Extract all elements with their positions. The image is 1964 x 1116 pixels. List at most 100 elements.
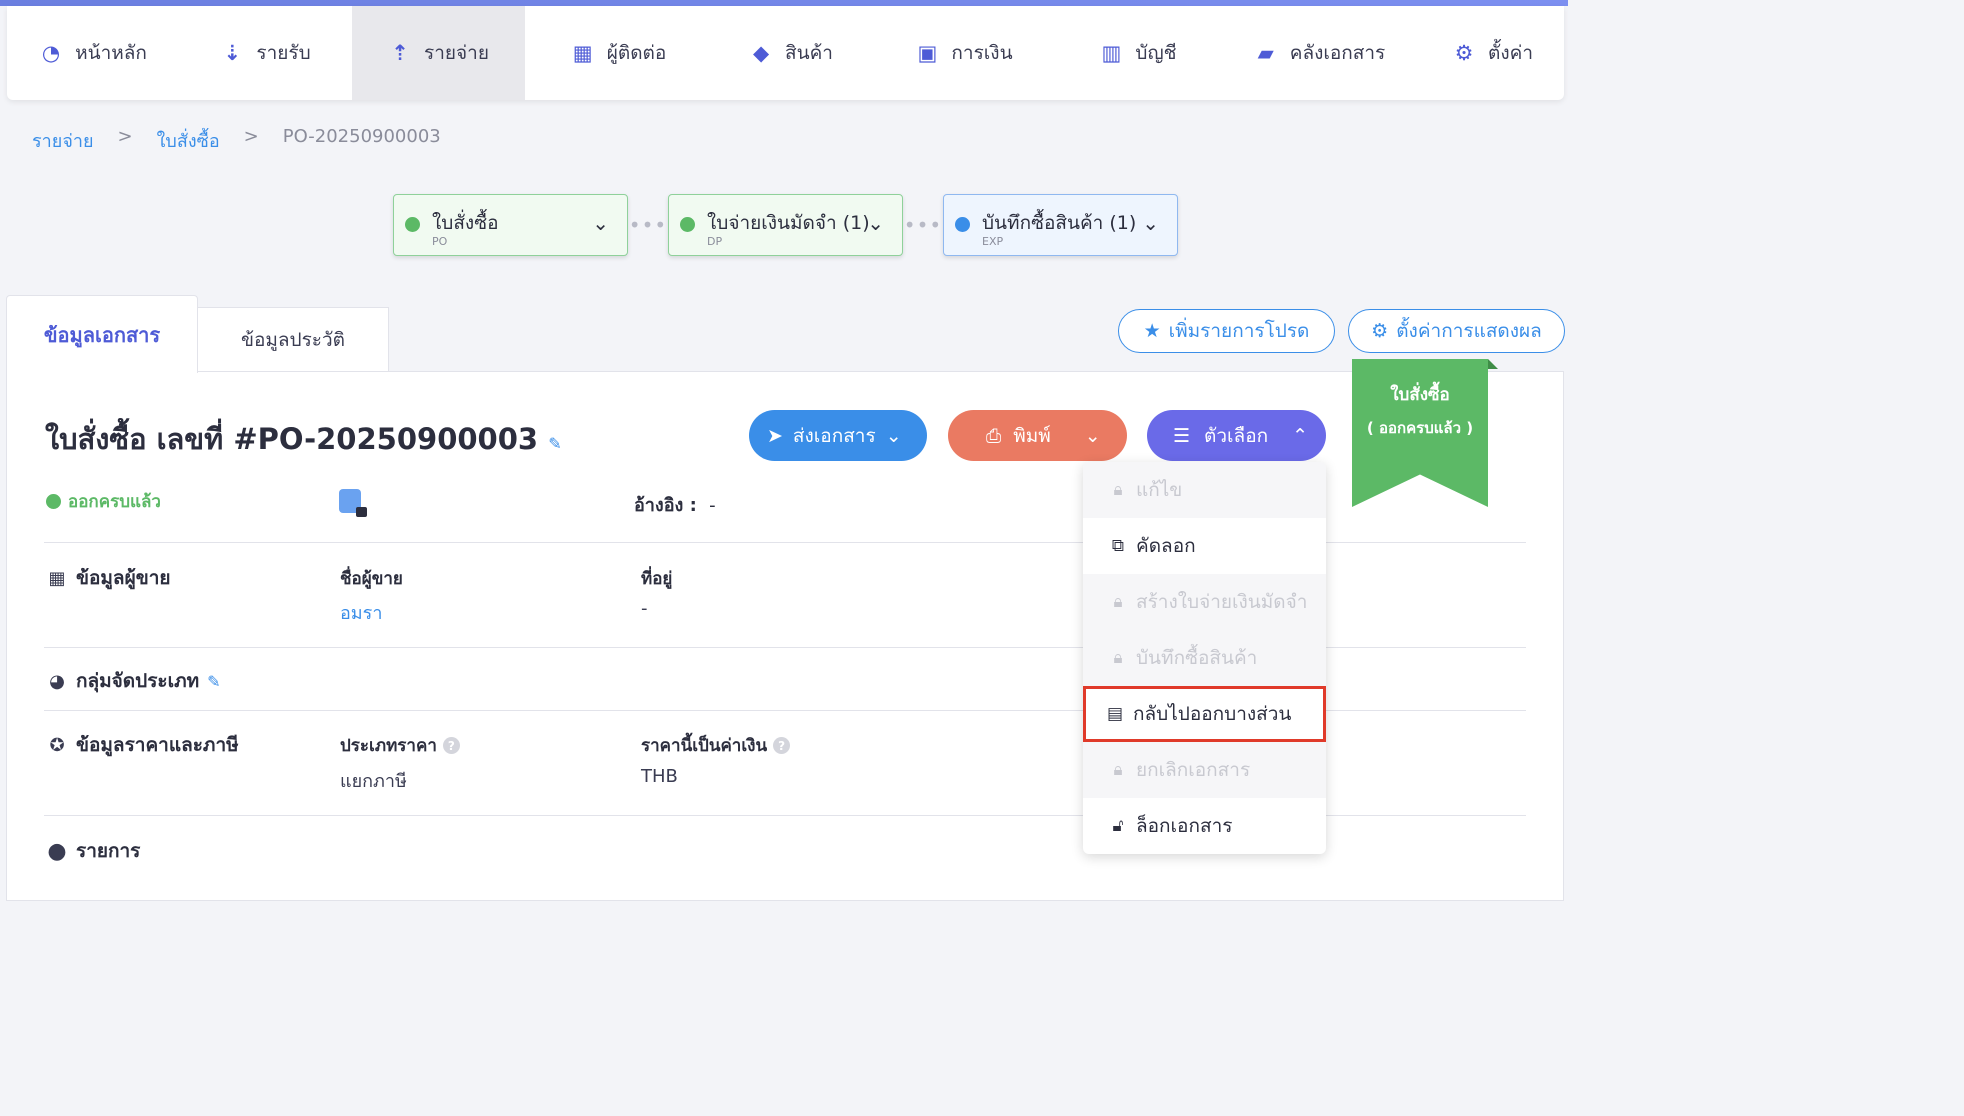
options-button[interactable]: ☰ ตัวเลือก ⌃ [1147,410,1326,461]
tab-document-info[interactable]: ข้อมูลเอกสาร [6,295,198,373]
nav-item-documents[interactable]: ▰ คลังเอกสาร [1218,6,1421,100]
flow-chip-po[interactable]: ใบสั่งซื้อ PO ⌄ [393,194,628,256]
document-icon: ▤ [1106,704,1124,724]
category-section-title: ◕ กลุ่มจัดประเภท ✎ [46,666,220,696]
nav-item-finance[interactable]: ▣ การเงิน [870,6,1058,100]
menu-item-revert-partial[interactable]: ▤ กลับไปออกบางส่วน [1083,686,1326,742]
document-title-text: ใบสั่งซื้อ เลขที่ #PO-20250900003 [45,422,539,456]
pie-chart-icon: ◕ [49,670,65,692]
menu-item-label: ยกเลิกเอกสาร [1136,759,1251,781]
breadcrumb-po-link[interactable]: ใบสั่งซื้อ [157,126,220,155]
currency-label-text: ราคานี้เป็นค่าเงิน [641,736,768,756]
locked-document-icon [339,489,367,517]
nav-item-label: ผู้ติดต่อ [606,42,667,64]
breadcrumb-expense-link[interactable]: รายจ่าย [32,126,94,155]
gear-icon: ⚙ [1454,41,1474,65]
dashboard-icon: ◔ [41,41,61,65]
lock-icon: 🔒︎ [1113,480,1123,500]
breadcrumb-separator: > [243,126,259,147]
edit-pencil-icon[interactable]: ✎ [207,672,220,691]
price-type-label-text: ประเภทราคา [340,736,437,756]
nav-item-label: รายจ่าย [424,42,489,64]
folder-icon: ▰ [1257,41,1274,65]
page-title: ใบสั่งซื้อ เลขที่ #PO-20250900003 ✎ [45,416,562,462]
lock-icon: 🔒︎ [1113,760,1123,780]
flow-connector: ••• [628,213,668,237]
tab-history[interactable]: ข้อมูลประวัติ [197,307,389,371]
menu-item-lock-document[interactable]: 🔓︎ ล็อกเอกสาร [1083,798,1326,854]
currency-label: ราคานี้เป็นค่าเงิน ? [641,732,791,759]
flow-chip-title: บันทึกซื้อสินค้า (1) [982,212,1137,234]
flow-chip-code: PO [432,235,448,248]
status-dot [955,217,970,232]
menu-item-copy[interactable]: ⧉ คัดลอก [1083,518,1326,574]
nav-item-label: บัญชี [1135,42,1177,64]
status-dot [46,494,61,509]
list-circle-icon: ● [47,838,67,864]
send-label: ส่งเอกสาร [792,424,876,447]
help-icon[interactable]: ? [442,737,460,754]
price-tax-title-text: ข้อมูลราคาและภาษี [76,734,239,756]
nav-item-contacts[interactable]: ▦ ผู้ติดต่อ [525,6,712,100]
price-type-value: แยกภาษี [340,771,407,792]
chevron-down-icon: ⌄ [592,211,609,235]
display-settings-label: ตั้งค่าการแสดงผล [1396,320,1542,342]
ledger-icon: ▥ [1101,41,1122,65]
address-label: ที่อยู่ [641,569,673,589]
copy-icon: ⧉ [1111,536,1125,556]
status-text: ออกครบแล้ว [68,492,161,512]
nav-item-home[interactable]: ◔ หน้าหลัก [7,6,179,100]
ribbon-title: ใบสั่งซื้อ [1390,385,1450,405]
lock-icon: 🔒︎ [1113,648,1123,668]
chevron-down-icon[interactable]: ⌄ [1085,425,1101,447]
print-button[interactable]: ⎙ พิมพ์ ⌄ [948,410,1127,461]
add-favorite-button[interactable]: ★ เพิ่มรายการโปรด [1118,309,1335,353]
flow-chip-title: ใบจ่ายเงินมัดจำ (1) [707,212,870,234]
edit-pencil-icon[interactable]: ✎ [548,434,561,453]
nav-item-products[interactable]: ◆ สินค้า [712,6,870,100]
nav-item-label: การเงิน [951,42,1013,64]
address-value: - [641,598,648,619]
help-icon[interactable]: ? [773,737,791,754]
flow-chip-title: ใบสั่งซื้อ [432,212,499,234]
status-dot [405,217,420,232]
hamburger-icon: ☰ [1173,424,1191,447]
nav-item-label: ตั้งค่า [1488,42,1533,64]
flow-chip-exp[interactable]: บันทึกซื้อสินค้า (1) EXP ⌄ [943,194,1178,256]
price-type-label: ประเภทราคา ? [340,732,460,759]
percent-badge-icon: ✪ [49,734,65,756]
nav-item-settings[interactable]: ⚙ ตั้งค่า [1421,6,1564,100]
menu-item-label: กลับไปออกบางส่วน [1133,703,1292,725]
menu-item-label: คัดลอก [1136,535,1196,557]
items-section-title: ● รายการ [46,836,140,866]
nav-item-expense[interactable]: ⇡ รายจ่าย [352,6,525,100]
document-flow: ใบสั่งซื้อ PO ⌄ ••• ใบจ่ายเงินมัดจำ (1) … [393,194,1178,256]
status-dot [680,217,695,232]
product-box-icon: ◆ [752,41,770,65]
print-label: พิมพ์ [1013,424,1051,447]
options-dropdown-menu: 🔒︎ แก้ไข ⧉ คัดลอก 🔒︎ สร้างใบจ่ายเงินมัดจ… [1083,462,1326,854]
reference-field: อ้างอิง : - [634,490,716,519]
status-badge: ออกครบแล้ว [46,488,161,515]
chevron-up-icon: ⌃ [1292,424,1309,447]
display-settings-button[interactable]: ⚙ ตั้งค่าการแสดงผล [1348,309,1565,353]
send-document-button[interactable]: ➤ ส่งเอกสาร ⌄ [749,410,927,461]
vendor-name-link[interactable]: อมรา [340,598,382,627]
menu-item-cancel-document: 🔒︎ ยกเลิกเอกสาร [1083,742,1326,798]
ribbon-status: ( ออกครบแล้ว ) [1366,419,1474,437]
padlock-icon: 🔓︎ [1112,816,1124,836]
reference-label: อ้างอิง : [634,495,697,516]
main-nav: ◔ หน้าหลัก ⇣ รายรับ ⇡ รายจ่าย ▦ ผู้ติดต่… [7,6,1564,100]
nav-item-accounting[interactable]: ▥ บัญชี [1058,6,1218,100]
menu-item-label: ล็อกเอกสาร [1136,815,1233,837]
vendor-name-label: ชื่อผู้ขาย [340,569,403,589]
money-icon: ▣ [917,41,938,65]
menu-item-edit: 🔒︎ แก้ไข [1083,462,1326,518]
menu-item-label: บันทึกซื้อสินค้า [1136,647,1258,669]
printer-icon: ⎙ [986,424,1002,447]
price-tax-section-title: ✪ ข้อมูลราคาและภาษี [46,730,239,760]
flow-chip-dp[interactable]: ใบจ่ายเงินมัดจำ (1) DP ⌄ [668,194,903,256]
ribbon-fold [1488,359,1498,369]
nav-item-income[interactable]: ⇣ รายรับ [179,6,352,100]
menu-item-label: แก้ไข [1136,479,1183,501]
